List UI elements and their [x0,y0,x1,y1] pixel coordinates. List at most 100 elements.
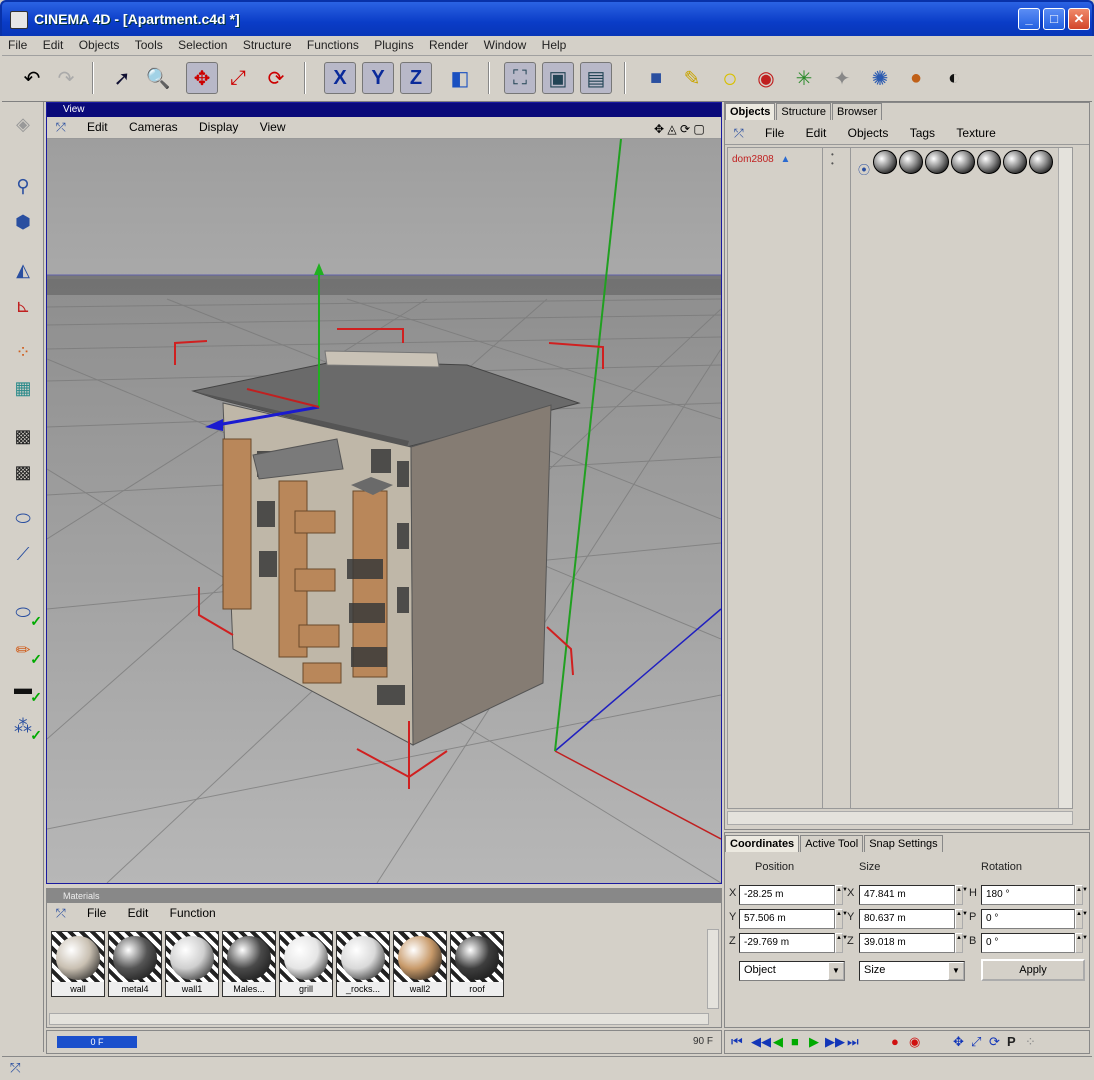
tweak-mode-icon[interactable]: ⟋ [6,538,40,570]
position-x-field[interactable]: -28.25 m [739,885,835,905]
coordinate-mode-select[interactable]: Object ▼ [739,961,845,981]
tab-snap-settings[interactable]: Snap Settings [864,835,943,852]
viewport-menu-edit[interactable]: Edit [78,117,117,137]
texture-mode-icon[interactable]: ▩ [6,420,40,452]
play-forward-icon[interactable]: ▶ [809,1034,819,1050]
rotation-b-field[interactable]: 0 ° [981,933,1075,953]
menu-file[interactable]: File [2,36,33,54]
select-arrow-icon[interactable]: ➚ [106,62,138,94]
object-axis-icon[interactable]: ◭ [6,254,40,286]
particle-settings-icon[interactable]: ⁂ ✓ [6,710,42,744]
close-button[interactable]: ✕ [1068,8,1090,30]
previous-key-icon[interactable]: ◀◀ [751,1034,771,1050]
go-to-end-icon[interactable]: ⏭ [847,1034,859,1050]
texture-tag-icon[interactable] [977,150,1002,174]
material-h-scrollbar[interactable] [49,1013,709,1025]
objmenu-edit[interactable]: Edit [797,123,836,143]
tab-browser[interactable]: Browser [832,103,883,120]
visibility-dots-icon[interactable]: • • [831,150,834,168]
position-y-field[interactable]: 57.506 m [739,909,835,929]
apply-button[interactable]: Apply [981,959,1085,981]
camera-light-icon[interactable]: ◐ [938,62,970,94]
material-swatch[interactable]: grill [279,931,333,997]
menu-window[interactable]: Window [478,36,533,54]
phong-tag-icon[interactable]: ⦿ [858,163,870,177]
viewport-menu-view[interactable]: View [251,117,295,137]
menu-plugins[interactable]: Plugins [368,36,419,54]
menu-objects[interactable]: Objects [73,36,126,54]
menu-help[interactable]: Help [536,36,573,54]
render-picture-viewer-icon[interactable]: ▤ [580,62,612,94]
particle-emitter-icon[interactable]: ✺ [864,62,896,94]
rotation-key-icon[interactable]: ⟳ [989,1034,1000,1050]
render-view-icon[interactable]: ⛶ [504,62,536,94]
menu-selection[interactable]: Selection [172,36,233,54]
rotation-h-stepper[interactable]: ▲▼ [1075,885,1088,905]
size-y-field[interactable]: 80.637 m [859,909,955,929]
texture-tag-icon[interactable] [899,150,924,174]
nurbs-generator-icon[interactable]: ◉ [750,62,782,94]
object-row-dom2808[interactable]: dom2808 ▲ [732,154,790,165]
material-swatch[interactable]: wall [51,931,105,997]
position-y-stepper[interactable]: ▲▼ [835,909,848,929]
scene-object-icon[interactable]: ● [900,62,932,94]
rotation-p-field[interactable]: 0 ° [981,909,1075,929]
record-icon[interactable]: ● [891,1034,899,1049]
z-axis-lock-icon[interactable]: Z [400,62,432,94]
current-frame-indicator[interactable]: 0 F [57,1036,137,1048]
texture-tag-icon[interactable] [1003,150,1028,174]
use-model-tool-icon[interactable]: ◈ [6,108,40,140]
maximize-button[interactable]: □ [1043,8,1065,30]
viewport-move-icon[interactable]: ⤱ [47,117,75,138]
material-swatch[interactable]: wall1 [165,931,219,997]
object-list-h-scrollbar[interactable] [727,811,1073,825]
snap-settings-icon[interactable]: ✏ ✓ [6,634,42,668]
polygons-mode-icon[interactable]: ▦ [6,372,40,404]
material-swatch[interactable]: wall2 [393,931,447,997]
cube-primitive-icon[interactable]: ■ [640,62,672,94]
tab-active-tool[interactable]: Active Tool [800,835,864,852]
undo-icon[interactable]: ↶ [16,62,48,94]
parameter-key-icon[interactable]: P [1007,1034,1016,1049]
menu-render[interactable]: Render [423,36,474,54]
size-z-field[interactable]: 39.018 m [859,933,955,953]
material-swatch[interactable]: _rocks... [336,931,390,997]
menu-edit[interactable]: Edit [37,36,70,54]
go-to-start-icon[interactable]: ⏮ [731,1034,743,1050]
position-x-stepper[interactable]: ▲▼ [835,885,848,905]
tab-structure[interactable]: Structure [776,103,831,120]
minimize-button[interactable]: _ [1018,8,1040,30]
viewport-menu-display[interactable]: Display [190,117,247,137]
scale-tool-icon[interactable]: ⤢ [222,62,254,94]
camera-mode-icon[interactable]: ⚲ [6,170,40,202]
size-y-stepper[interactable]: ▲▼ [955,909,968,929]
menu-structure[interactable]: Structure [237,36,298,54]
position-z-field[interactable]: -29.769 m [739,933,835,953]
scale-key-icon[interactable]: ⤢ [971,1034,981,1050]
array-object-icon[interactable]: ✳ [788,62,820,94]
objmenu-tags[interactable]: Tags [901,123,944,143]
texture-tag-icon[interactable] [873,150,898,174]
material-swatch[interactable]: Males... [222,931,276,997]
timeline-bar[interactable]: 0 F 90 F [46,1030,722,1054]
rotate-tool-icon[interactable]: ⟳ [260,62,292,94]
autokey-icon[interactable]: ◉ [909,1034,920,1050]
texture-tag-icon[interactable] [951,150,976,174]
matmenu-file[interactable]: File [78,903,115,923]
animation-mode-icon[interactable]: ⬭ [6,502,40,534]
size-z-stepper[interactable]: ▲▼ [955,933,968,953]
camera-settings-icon[interactable]: ▬ ✓ [6,672,42,706]
spline-circle-icon[interactable]: ○ [714,62,746,94]
object-mode-icon[interactable]: ⬢ [6,206,40,238]
tab-objects[interactable]: Objects [725,103,776,120]
objmenu-texture[interactable]: Texture [947,123,1004,143]
object-list[interactable]: dom2808 ▲ • • ⦿ [727,147,1073,809]
material-swatch[interactable]: roof [450,931,504,997]
redo-icon[interactable]: ↷ [50,62,82,94]
matmenu-function[interactable]: Function [161,903,225,923]
rotation-h-field[interactable]: 180 ° [981,885,1075,905]
material-manager-move-icon[interactable]: ⤱ [47,903,75,924]
texture-axis-icon[interactable]: ▩ [6,456,40,488]
stop-icon[interactable]: ■ [791,1034,799,1049]
position-z-stepper[interactable]: ▲▼ [835,933,848,953]
